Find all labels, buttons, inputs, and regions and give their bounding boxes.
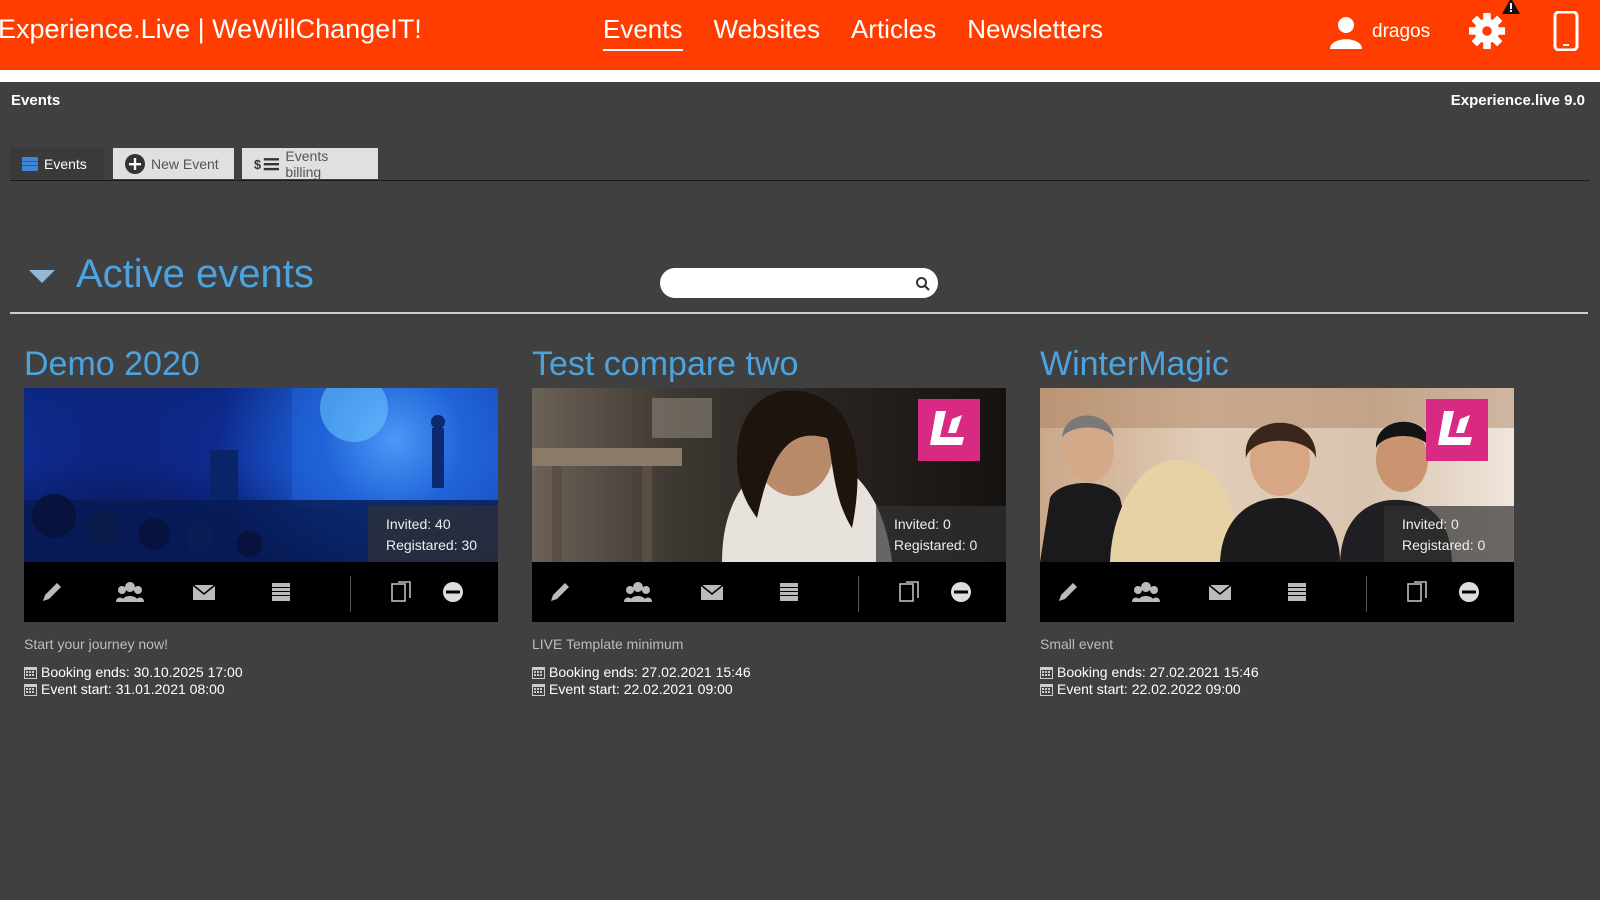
event-title[interactable]: Demo 2020 <box>24 340 498 388</box>
booking-ends: Booking ends: 27.02.2021 15:46 <box>549 664 751 680</box>
search-icon[interactable] <box>915 276 931 292</box>
plus-circle-icon <box>125 153 145 174</box>
calendar-icon <box>1040 684 1053 696</box>
calendar-icon <box>24 684 37 696</box>
nav-events[interactable]: Events <box>603 14 683 51</box>
event-image[interactable]: Invited: 40 Registared: 30 <box>24 388 498 562</box>
calendar-icon <box>532 684 545 696</box>
registered-count: Registared: 30 <box>386 537 478 553</box>
toolbar-divider <box>1366 576 1367 612</box>
brand-logo <box>918 399 980 461</box>
remove-icon[interactable] <box>441 580 465 604</box>
experience-live-logo-icon <box>930 411 964 445</box>
event-card: Test compare two Invited: 0 Registared: … <box>532 340 1006 698</box>
event-image[interactable]: Invited: 0 Registared: 0 <box>1040 388 1514 562</box>
gear-icon[interactable] <box>1468 12 1506 50</box>
event-description: LIVE Template minimum <box>532 636 684 652</box>
app-version: Experience.live 9.0 <box>1450 92 1585 109</box>
event-dates: Booking ends: 27.02.2021 15:46 Event sta… <box>532 664 1006 698</box>
breadcrumb: Events <box>11 92 61 109</box>
nav-articles[interactable]: Articles <box>851 14 936 51</box>
calendar-icon <box>1040 667 1053 679</box>
remove-icon[interactable] <box>1457 580 1481 604</box>
brand-logo <box>1426 399 1488 461</box>
main-nav: Events Websites Articles Newsletters <box>603 14 1103 51</box>
event-toolbar <box>1040 562 1514 622</box>
alert-icon[interactable] <box>1502 0 1520 14</box>
experience-live-logo-icon <box>1438 411 1472 445</box>
attendees-icon[interactable] <box>1132 580 1160 604</box>
billing-list-icon: $ <box>254 157 280 171</box>
registered-count: Registared: 0 <box>1402 537 1486 553</box>
section-title: Active events <box>76 252 314 296</box>
invited-count: Invited: 40 <box>386 516 451 532</box>
mail-icon[interactable] <box>700 580 724 604</box>
mail-icon[interactable] <box>1208 580 1232 604</box>
event-toolbar <box>24 562 498 622</box>
list-icon[interactable] <box>777 580 801 604</box>
registered-count: Registared: 0 <box>894 537 978 553</box>
tab-events-billing-label: Events billing <box>285 147 329 180</box>
mobile-preview-icon[interactable] <box>1553 11 1579 51</box>
user-menu[interactable]: dragos <box>1328 14 1430 50</box>
top-bar-divider <box>0 70 1600 82</box>
event-image[interactable]: Invited: 0 Registared: 0 <box>532 388 1006 562</box>
tab-events[interactable]: Events <box>10 148 104 179</box>
top-bar: Experience.Live | WeWillChangeIT! Events… <box>0 0 1600 70</box>
attendees-icon[interactable] <box>624 580 652 604</box>
event-dates: Booking ends: 30.10.2025 17:00 Event sta… <box>24 664 498 698</box>
event-dates: Booking ends: 27.02.2021 15:46 Event sta… <box>1040 664 1514 698</box>
event-stats: Invited: 40 Registared: 30 <box>368 506 498 562</box>
list-icon[interactable] <box>269 580 293 604</box>
mail-icon[interactable] <box>192 580 216 604</box>
svg-text:$: $ <box>254 157 261 171</box>
nav-newsletters[interactable]: Newsletters <box>967 14 1103 51</box>
copy-icon[interactable] <box>1406 580 1430 604</box>
booking-ends: Booking ends: 27.02.2021 15:46 <box>1057 664 1259 680</box>
tab-events-billing[interactable]: $ Events billing <box>242 147 378 180</box>
event-start: Event start: 22.02.2022 09:00 <box>1057 681 1241 697</box>
attendees-icon[interactable] <box>116 580 144 604</box>
event-stats: Invited: 0 Registared: 0 <box>1384 506 1514 562</box>
remove-icon[interactable] <box>949 580 973 604</box>
nav-websites[interactable]: Websites <box>714 14 820 51</box>
event-description: Start your journey now! <box>24 636 168 652</box>
calendar-icon <box>24 667 37 679</box>
collapse-toggle-icon[interactable] <box>29 270 55 283</box>
list-icon[interactable] <box>1285 580 1309 604</box>
tab-new-event-label: New Event <box>151 155 219 172</box>
event-toolbar <box>532 562 1006 622</box>
user-name: dragos <box>1372 21 1431 42</box>
event-description: Small event <box>1040 636 1114 652</box>
list-icon <box>22 156 38 171</box>
invited-count: Invited: 0 <box>894 516 951 532</box>
edit-icon[interactable] <box>548 580 572 604</box>
event-stats: Invited: 0 Registared: 0 <box>876 506 1006 562</box>
event-start: Event start: 31.01.2021 08:00 <box>41 681 225 697</box>
calendar-icon <box>532 667 545 679</box>
brand-title[interactable]: Experience.Live | WeWillChangeIT! <box>0 14 422 45</box>
tab-new-event[interactable]: New Event <box>113 148 234 179</box>
event-card: WinterMagic Invited: 0 Registared: 0 Sma… <box>1040 340 1514 698</box>
event-title[interactable]: WinterMagic <box>1040 340 1514 388</box>
toolbar-divider <box>350 576 351 612</box>
toolbar-divider <box>858 576 859 612</box>
tab-bar: Events New Event $ Events billing <box>10 148 1590 181</box>
section-divider <box>10 312 1588 314</box>
search-input[interactable] <box>660 268 938 298</box>
tab-events-label: Events <box>44 155 87 172</box>
invited-count: Invited: 0 <box>1402 516 1459 532</box>
event-title[interactable]: Test compare two <box>532 340 1006 388</box>
edit-icon[interactable] <box>1056 580 1080 604</box>
event-card: Demo 2020 Invited: 40 Registared: 30 Sta… <box>24 340 498 698</box>
copy-icon[interactable] <box>390 580 414 604</box>
event-start: Event start: 22.02.2021 09:00 <box>549 681 733 697</box>
booking-ends: Booking ends: 30.10.2025 17:00 <box>41 664 243 680</box>
user-icon <box>1330 17 1362 49</box>
copy-icon[interactable] <box>898 580 922 604</box>
edit-icon[interactable] <box>40 580 64 604</box>
